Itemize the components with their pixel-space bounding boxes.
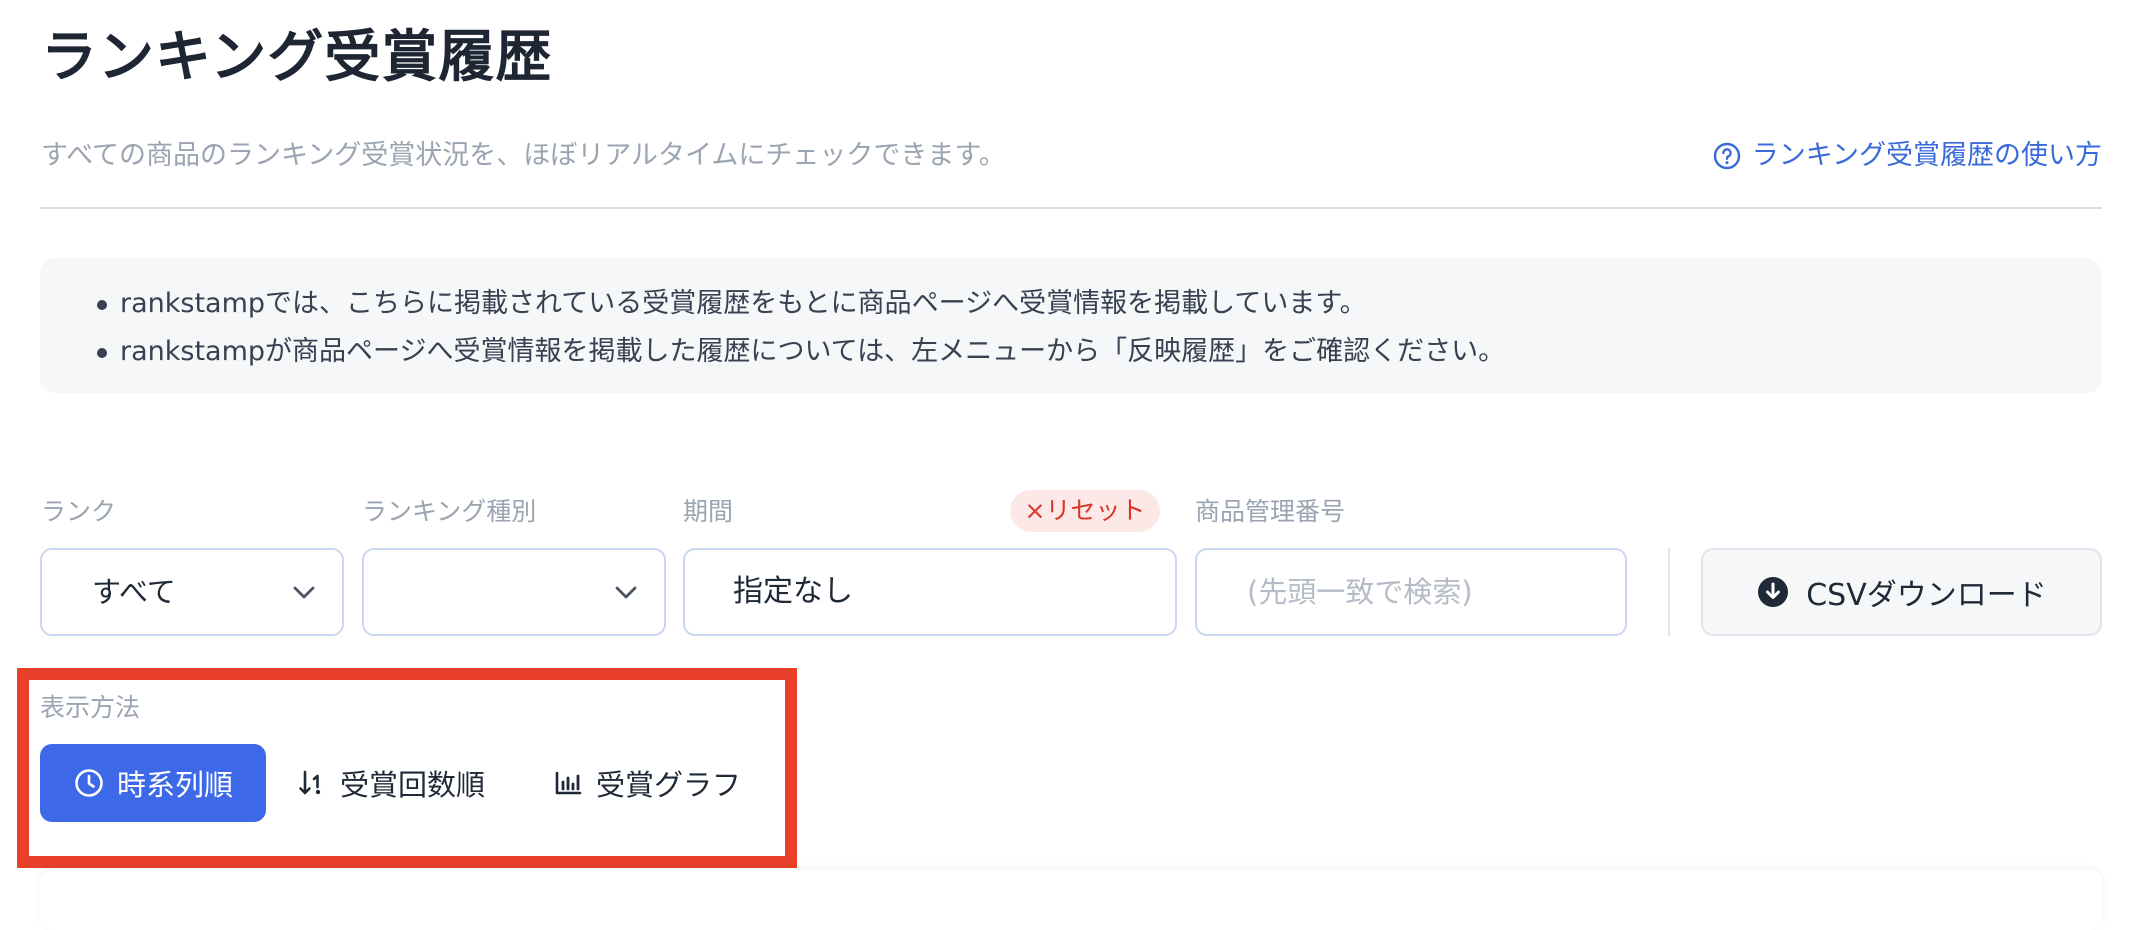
period-input-value: 指定なし	[733, 574, 853, 609]
product-code-placeholder: (先頭一致で検索)	[1247, 575, 1473, 609]
csv-download-button[interactable]: CSVダウンロード	[1701, 548, 2102, 636]
view-mode-label: 表示方法	[40, 693, 141, 722]
notice-box: rankstampでは、こちらに掲載されている受賞履歴をもとに商品ページへ受賞情…	[40, 258, 2102, 393]
clock-icon	[75, 769, 103, 797]
ranking-type-select[interactable]	[362, 548, 666, 636]
product-code-input[interactable]: (先頭一致で検索)	[1195, 548, 1627, 636]
notice-item: rankstampが商品ページへ受賞情報を掲載した履歴については、左メニューから…	[97, 328, 2102, 376]
help-link[interactable]: ランキング受賞履歴の使い方	[1712, 136, 2102, 176]
csv-download-label: CSVダウンロード	[1806, 578, 2047, 613]
product-code-label: 商品管理番号	[1195, 497, 1346, 526]
rank-select[interactable]: すべて	[40, 548, 344, 636]
chevron-down-icon	[293, 586, 315, 599]
view-mode-label-text: 受賞回数順	[340, 768, 486, 802]
period-reset-button[interactable]: ×リセット	[1010, 490, 1160, 532]
view-mode-timeline-button[interactable]: 時系列順	[40, 744, 266, 822]
filter-divider	[1668, 548, 1670, 636]
header-divider	[40, 207, 2102, 209]
page-title: ランキング受賞履歴	[41, 25, 553, 90]
rank-label: ランク	[41, 497, 117, 526]
help-circle-icon	[1713, 142, 1740, 170]
bar-chart-icon	[555, 771, 582, 795]
chevron-down-icon	[615, 586, 637, 599]
period-input[interactable]: 指定なし	[683, 548, 1177, 636]
view-mode-graph-button[interactable]: 受賞グラフ	[552, 744, 741, 822]
help-link-label: ランキング受賞履歴の使い方	[1751, 140, 2102, 171]
download-circle-icon	[1758, 577, 1789, 607]
view-mode-label-text: 時系列順	[116, 768, 233, 802]
sort-icon	[299, 770, 321, 795]
results-card	[40, 870, 2102, 930]
page-subtitle: すべての商品のランキング受賞状況を、ほぼリアルタイムにチェックできます。	[41, 140, 1006, 171]
view-mode-label-text: 受賞グラフ	[596, 768, 742, 802]
notice-item: rankstampでは、こちらに掲載されている受賞履歴をもとに商品ページへ受賞情…	[97, 280, 2102, 328]
rank-select-value: すべて	[92, 575, 176, 609]
view-mode-count-button[interactable]: 受賞回数順	[296, 744, 485, 822]
ranking-type-label: ランキング種別	[362, 497, 537, 526]
period-label: 期間	[683, 497, 734, 526]
